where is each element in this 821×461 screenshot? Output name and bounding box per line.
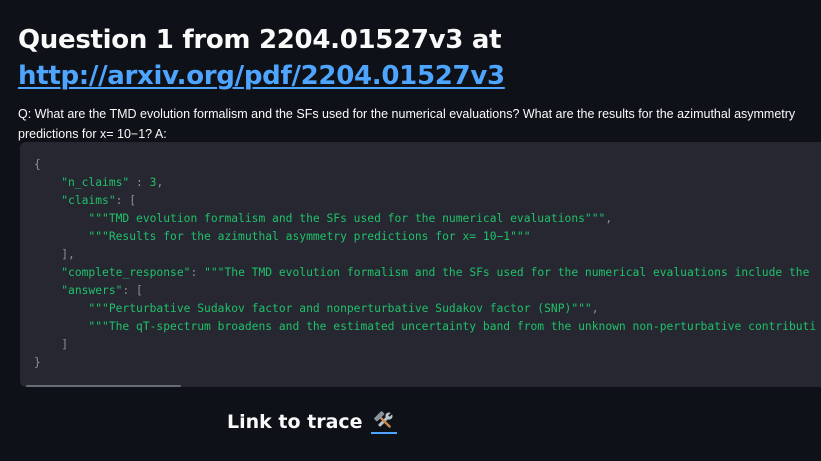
code-line-answer-2: """The qT-spectrum broadens and the esti… xyxy=(34,318,816,336)
close-bracket: ] xyxy=(61,338,69,351)
claim-1: """TMD evolution formalism and the SFs u… xyxy=(88,212,606,225)
open-bracket: [ xyxy=(136,284,143,297)
n-claims-key: "n_claims" xyxy=(61,176,130,189)
code-line-answers-key: "answers": [ xyxy=(34,282,143,300)
colon: : xyxy=(190,266,205,279)
comma: , xyxy=(605,212,613,225)
close-bracket-comma: ], xyxy=(61,248,75,261)
n-claims-separator: : xyxy=(129,176,150,189)
complete-response-key: "complete_response" xyxy=(61,266,191,279)
code-line-claim-2: """Results for the azimuthal asymmetry p… xyxy=(34,228,531,246)
answer-1: """Perturbative Sudakov factor and nonpe… xyxy=(88,302,592,315)
code-line-claims-key: "claims": [ xyxy=(34,192,136,210)
complete-response-value: """The TMD evolution formalism and the S… xyxy=(204,266,810,279)
trace-link-label: Link to trace xyxy=(227,411,363,433)
trace-link[interactable]: Link to trace xyxy=(227,408,397,436)
code-line-answer-1: """Perturbative Sudakov factor and nonpe… xyxy=(34,300,599,318)
code-line-claim-1: """TMD evolution formalism and the SFs u… xyxy=(34,210,612,228)
code-line-open-brace: { xyxy=(34,156,41,174)
claims-key: "claims" xyxy=(61,194,116,207)
claim-2: """Results for the azimuthal asymmetry p… xyxy=(88,230,531,243)
title-prefix: Question 1 from 2204.01527v3 at xyxy=(18,25,502,56)
answer-2: """The qT-spectrum broadens and the esti… xyxy=(88,320,817,333)
horizontal-scrollbar[interactable] xyxy=(26,385,181,387)
code-line-complete-response: "complete_response": """The TMD evolutio… xyxy=(34,264,809,282)
json-code-block[interactable]: { "n_claims" : 3, "claims": [ """TMD evo… xyxy=(20,142,821,387)
question-text: Q: What are the TMD evolution formalism … xyxy=(18,106,796,141)
code-line-close-brace: } xyxy=(34,354,41,372)
comma: , xyxy=(156,176,164,189)
open-brace: { xyxy=(34,158,41,171)
close-brace: } xyxy=(34,356,41,369)
arxiv-pdf-link[interactable]: http://arxiv.org/pdf/2204.01527v3 xyxy=(18,61,505,91)
code-line-claims-close: ], xyxy=(34,246,75,264)
answers-key: "answers" xyxy=(61,284,123,297)
page: Question 1 from 2204.01527v3 at http://a… xyxy=(18,0,821,461)
comma: , xyxy=(591,302,599,315)
colon: : xyxy=(115,194,130,207)
page-title: Question 1 from 2204.01527v3 at http://a… xyxy=(18,22,813,94)
open-bracket: [ xyxy=(129,194,137,207)
colon: : xyxy=(122,284,137,297)
code-line-answers-close: ] xyxy=(34,336,68,354)
code-line-n-claims: "n_claims" : 3, xyxy=(34,174,163,192)
hammer-and-wrench-icon xyxy=(370,410,397,434)
